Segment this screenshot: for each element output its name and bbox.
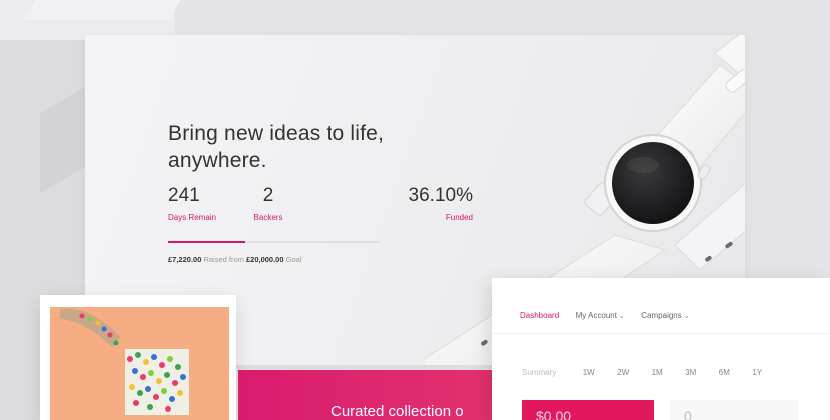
tab-2w[interactable]: 2W	[617, 368, 629, 377]
tab-1y[interactable]: 1Y	[752, 368, 762, 377]
nav-dashboard[interactable]: Dashboard	[520, 311, 559, 320]
chevron-down-icon: ⌄	[618, 313, 625, 320]
stat-label: Backers	[253, 213, 283, 222]
raised-text: Raised from	[201, 255, 246, 264]
goal-text: Goal	[283, 255, 302, 264]
tab-1m[interactable]: 1M	[652, 368, 663, 377]
count-card: 0	[670, 400, 798, 420]
nav-my-account[interactable]: My Account ⌄	[576, 311, 625, 320]
divider	[492, 333, 830, 334]
nav-campaigns-label: Campaigns	[641, 311, 682, 320]
raised-summary: £7,220.00 Raised from £20,000.00 Goal	[168, 255, 301, 264]
background-shape	[24, 0, 181, 20]
stat-value: 2	[262, 185, 274, 206]
chevron-down-icon: ⌄	[683, 313, 690, 320]
goal-amount: £20,000.00	[245, 255, 284, 264]
funding-progress-bar	[168, 241, 380, 243]
stat-value: 241	[168, 185, 200, 206]
dashboard-panel: Dashboard My Account ⌄ Campaigns ⌄ Summary…	[492, 278, 830, 420]
project-photo-card[interactable]	[40, 295, 236, 420]
dashboard-nav: Dashboard My Account ⌄ Campaigns ⌄	[520, 305, 702, 320]
count-value: 0	[684, 408, 692, 420]
stat-label: Days Remain	[168, 213, 217, 222]
nav-my-account-label: My Account	[575, 311, 617, 320]
tab-3m[interactable]: 3M	[685, 368, 696, 377]
stat-backers: 2 Backers	[251, 185, 285, 222]
campaign-stats: 241 Days Remain 2 Backers 36.10% Funded	[168, 185, 473, 225]
amount-card: $0.00	[522, 400, 654, 420]
nav-campaigns[interactable]: Campaigns ⌄	[641, 311, 689, 320]
tab-summary[interactable]: Summary	[522, 368, 556, 377]
sprinkles-illustration	[60, 308, 189, 415]
tab-1w[interactable]: 1W	[583, 368, 595, 377]
promo-text: Curated collection o	[331, 403, 464, 420]
amount-value: $0.00	[536, 408, 572, 420]
stat-days-remain: 241 Days Remain	[168, 185, 216, 222]
tab-6m[interactable]: 6M	[719, 368, 730, 377]
raised-amount: £7,220.00	[168, 255, 202, 264]
sprinkles-photo	[50, 307, 229, 420]
funding-progress-fill	[168, 241, 245, 243]
hero-title: Bring new ideas to life, anywhere.	[168, 122, 385, 172]
promo-banner[interactable]: Curated collection o	[238, 370, 500, 420]
time-range-tabs: Summary 1W 2W 1M 3M 6M 1Y	[522, 362, 780, 380]
